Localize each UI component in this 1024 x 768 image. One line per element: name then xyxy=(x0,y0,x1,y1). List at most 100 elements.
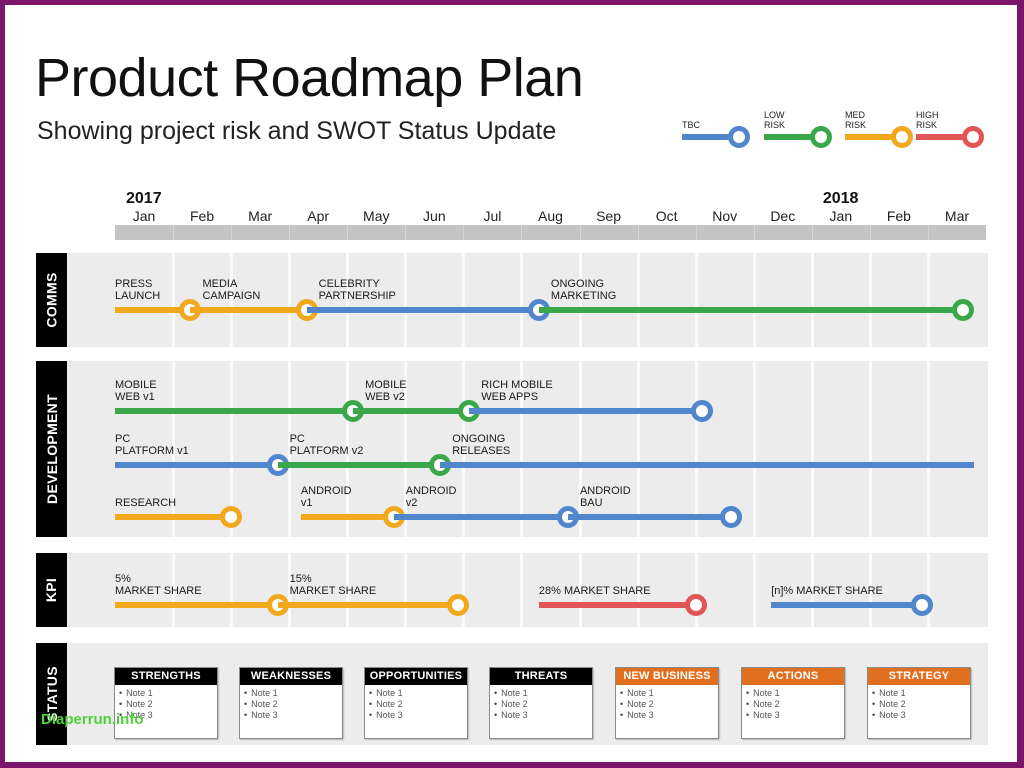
grid-column-divider xyxy=(810,253,814,347)
milestone-track xyxy=(538,602,696,608)
milestone-label: PC PLATFORM v2 xyxy=(289,433,364,457)
grid-column-divider xyxy=(172,253,176,347)
band-label-text: DEVELOPMENT xyxy=(43,394,60,504)
milestone-label: MOBILE WEB v1 xyxy=(115,379,157,403)
milestone-label: RESEARCH xyxy=(115,497,177,509)
milestone-track xyxy=(115,462,278,468)
month-label: Feb xyxy=(190,208,215,224)
grid-column-divider xyxy=(404,553,408,627)
band-kpi: KPI 5% MARKET SHARE 15% MARKET SHARE 28% MA… xyxy=(36,553,988,627)
milestone-label: PRESS LAUNCH xyxy=(115,278,161,302)
grid-column-divider xyxy=(868,253,872,347)
milestone-node-icon[interactable] xyxy=(951,299,974,321)
milestone-track xyxy=(190,307,307,313)
swot-note: Note 3 xyxy=(494,710,592,721)
swot-note: Note 2 xyxy=(119,699,217,710)
swot-note: Note 1 xyxy=(119,688,217,699)
timebar-divider xyxy=(405,225,407,240)
swot-box-title: NEW BUSINESS xyxy=(616,668,718,685)
milestone-label: 15% MARKET SHARE xyxy=(289,573,377,597)
swot-note: Note 2 xyxy=(872,699,970,710)
milestone-node-icon[interactable] xyxy=(684,594,707,616)
timebar-divider xyxy=(579,225,581,240)
milestone-node-icon[interactable] xyxy=(911,594,934,616)
milestone-node-icon[interactable] xyxy=(719,506,742,528)
milestone-track xyxy=(115,514,232,520)
swot-note: Note 1 xyxy=(620,688,718,699)
grid-column-divider xyxy=(810,361,814,537)
milestone-node-icon[interactable] xyxy=(220,506,243,528)
swot-box-weaknesses: WEAKNESSES Note 1Note 2Note 3 xyxy=(239,667,343,739)
swot-note: Note 1 xyxy=(369,688,467,699)
month-label: Aug xyxy=(538,208,563,224)
legend-line xyxy=(845,134,897,140)
swot-box-strategy: STRATEGY Note 1Note 2Note 3 xyxy=(867,667,971,739)
milestone-track xyxy=(306,307,539,313)
legend-label: HIGH RISK xyxy=(916,110,939,130)
milestone-track xyxy=(115,602,278,608)
milestone-track xyxy=(115,408,354,414)
grid-column-divider xyxy=(578,361,582,537)
milestone-label: [n]% MARKET SHARE xyxy=(771,585,883,597)
swot-box-title: WEAKNESSES xyxy=(240,668,342,685)
grid-column-divider xyxy=(520,553,524,627)
milestone-node-icon[interactable] xyxy=(446,594,469,616)
legend-node-icon xyxy=(728,126,750,148)
grid-column-divider xyxy=(868,361,872,537)
grid-column-divider xyxy=(636,253,640,347)
month-label: Mar xyxy=(944,208,970,224)
swot-box-title: THREATS xyxy=(490,668,592,685)
swot-note: Note 2 xyxy=(620,699,718,710)
band-development: DEVELOPMENT MOBILE WEB v1 MOBILE WEB v2 RIC… xyxy=(36,361,988,537)
milestone-track xyxy=(277,602,458,608)
milestone-label: ONGOING RELEASES xyxy=(452,433,511,457)
milestone-label: ONGOING MARKETING xyxy=(550,278,617,302)
timebar-divider xyxy=(521,225,523,240)
page-title: Product Roadmap Plan xyxy=(35,48,584,108)
year-label: 2018 xyxy=(822,190,859,207)
swot-box-title: STRENGTHS xyxy=(115,668,217,685)
month-label: Mar xyxy=(248,208,273,224)
timebar-divider xyxy=(753,225,755,240)
roadmap-page: Product Roadmap Plan Showing project ris… xyxy=(5,5,1017,762)
swot-notes-list: Note 1Note 2Note 3 xyxy=(365,688,467,721)
month-label: Nov xyxy=(712,208,738,224)
grid-column-divider xyxy=(288,253,292,347)
swot-box-threats: THREATS Note 1Note 2Note 3 xyxy=(489,667,593,739)
legend-line xyxy=(916,134,968,140)
legend-label: LOW RISK xyxy=(764,110,786,130)
milestone-track xyxy=(393,514,568,520)
grid-column-divider xyxy=(462,553,466,627)
month-label: Apr xyxy=(307,208,330,224)
swot-notes-list: Note 1Note 2Note 3 xyxy=(616,688,718,721)
watermark: Diaperrun.info xyxy=(41,711,144,728)
swot-box-strengths: STRENGTHSNote 1Note 2Note 3 xyxy=(114,667,218,739)
legend-node-icon xyxy=(810,126,832,148)
page-subtitle: Showing project risk and SWOT Status Upd… xyxy=(37,117,557,145)
month-label: Jan xyxy=(132,208,156,224)
timebar-divider xyxy=(637,225,639,240)
swot-box-actions: ACTIONS Note 1Note 2Note 3 xyxy=(741,667,845,739)
timebar-divider xyxy=(811,225,813,240)
milestone-label: CELEBRITY PARTNERSHIP xyxy=(318,278,396,302)
milestone-label: PC PLATFORM v1 xyxy=(115,433,189,457)
swot-box-title: ACTIONS xyxy=(742,668,844,685)
month-label: May xyxy=(363,208,390,224)
swot-notes-list: Note 1Note 2Note 3 xyxy=(742,688,844,721)
grid-column-divider xyxy=(404,253,408,347)
milestone-node-icon[interactable] xyxy=(690,400,713,422)
timebar-divider xyxy=(231,225,233,240)
month-label: Feb xyxy=(886,208,911,224)
swot-box-opportunities: OPPORTUNITIES Note 1Note 2Note 3 xyxy=(364,667,468,739)
month-label: Dec xyxy=(770,208,796,224)
milestone-label: MOBILE WEB v2 xyxy=(365,379,407,403)
legend-line xyxy=(764,134,816,140)
legend-node-icon xyxy=(962,126,984,148)
timebar-divider xyxy=(695,225,697,240)
milestone-label: ANDROID v2 xyxy=(405,485,457,509)
swot-box-title: STRATEGY xyxy=(868,668,970,685)
milestone-label: 28% MARKET SHARE xyxy=(538,585,651,597)
milestone-track xyxy=(538,307,963,313)
grid-column-divider xyxy=(752,253,756,347)
milestone-label: ANDROID BAU xyxy=(579,485,631,509)
